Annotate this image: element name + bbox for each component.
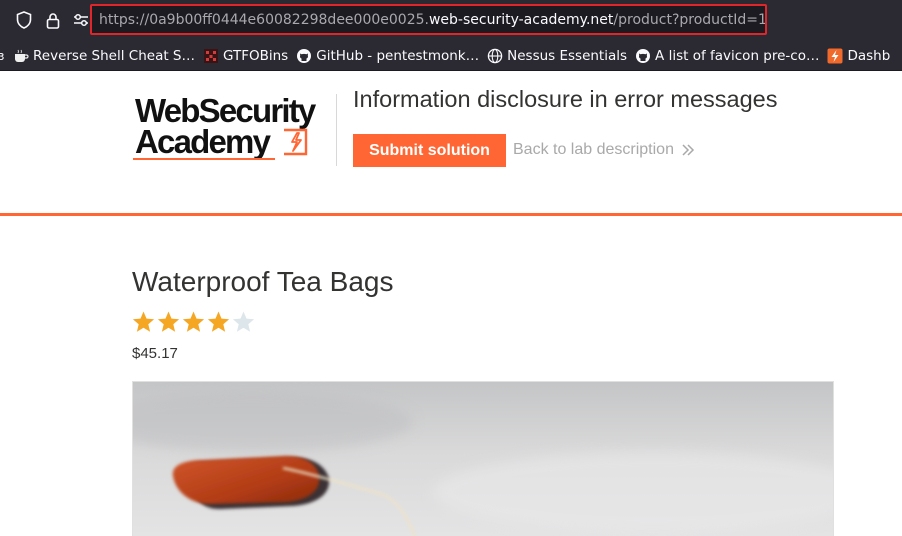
bookmark-label: Reverse Shell Cheat S… [33,47,195,64]
product-rating [131,310,256,334]
product-title: Waterproof Tea Bags [132,266,394,297]
address-bar[interactable]: https://0a9b00ff0444e60082298dee000e0025… [90,4,767,35]
bookmark-reverse-shell[interactable]: Reverse Shell Cheat S… [13,48,195,64]
lock-icon[interactable] [44,10,62,30]
logo-text-line2: Academy [135,123,271,160]
logo-underline [133,158,275,160]
url-scheme: https:// [99,11,150,28]
gtfobins-icon [203,48,219,64]
double-chevron-right-icon [682,144,695,156]
github-icon [296,48,312,64]
url-host: web-security-academy.net [428,11,614,28]
bookmark-dashboard[interactable]: Dashb [827,48,890,64]
star-empty-icon [232,311,255,332]
academy-flame-icon [284,128,308,156]
bookmark-nessus[interactable]: Nessus Essentials [487,48,627,64]
product-price: $45.17 [132,345,178,362]
star-filled-icon [182,311,205,332]
browser-toolbar: https://0a9b00ff0444e60082298dee000e0025… [0,0,902,41]
product-image [132,381,834,536]
bookmark-label: GTFOBins [223,47,289,64]
url-path: /product?productId=1 [613,11,767,28]
lab-title: Information disclosure in error messages [353,86,778,112]
tea-bag-image [133,382,833,536]
star-filled-icon [207,311,230,332]
bookmark-gtfobins[interactable]: GTFOBins [203,48,288,64]
submit-solution-button[interactable]: Submit solution [353,134,506,167]
star-filled-icon [132,311,155,332]
url-subdomain: 0a9b00ff0444e60082298dee000e0025. [149,11,429,28]
cup-icon [13,48,29,64]
github-icon [635,48,651,64]
bookmark-overflow-edge: ɜ [0,49,5,63]
bookmark-label: Dashb [847,47,891,64]
bookmarks-toolbar: ɜ Reverse Shell Cheat S… GTFOBins GitHub… [0,41,902,71]
bookmark-label: GitHub - pentestmonk… [316,47,480,64]
shield-icon[interactable] [15,10,33,30]
back-link-label: Back to lab description [513,141,674,158]
bookmark-favicon-list[interactable]: A list of favicon pre-co… [635,48,819,64]
star-filled-icon [157,311,180,332]
web-security-academy-logo[interactable]: WebSecurity Academy [133,94,333,166]
bookmark-label: Nessus Essentials [507,47,628,64]
bookmark-github-pentestmonkey[interactable]: GitHub - pentestmonk… [296,48,479,64]
header-divider [336,94,337,166]
bookmark-label: A list of favicon pre-co… [655,47,820,64]
back-to-lab-description-link[interactable]: Back to lab description [513,141,695,159]
bolt-icon [827,48,843,64]
permissions-icon[interactable] [72,10,90,30]
header-separator [0,213,902,216]
globe-icon [487,48,503,64]
